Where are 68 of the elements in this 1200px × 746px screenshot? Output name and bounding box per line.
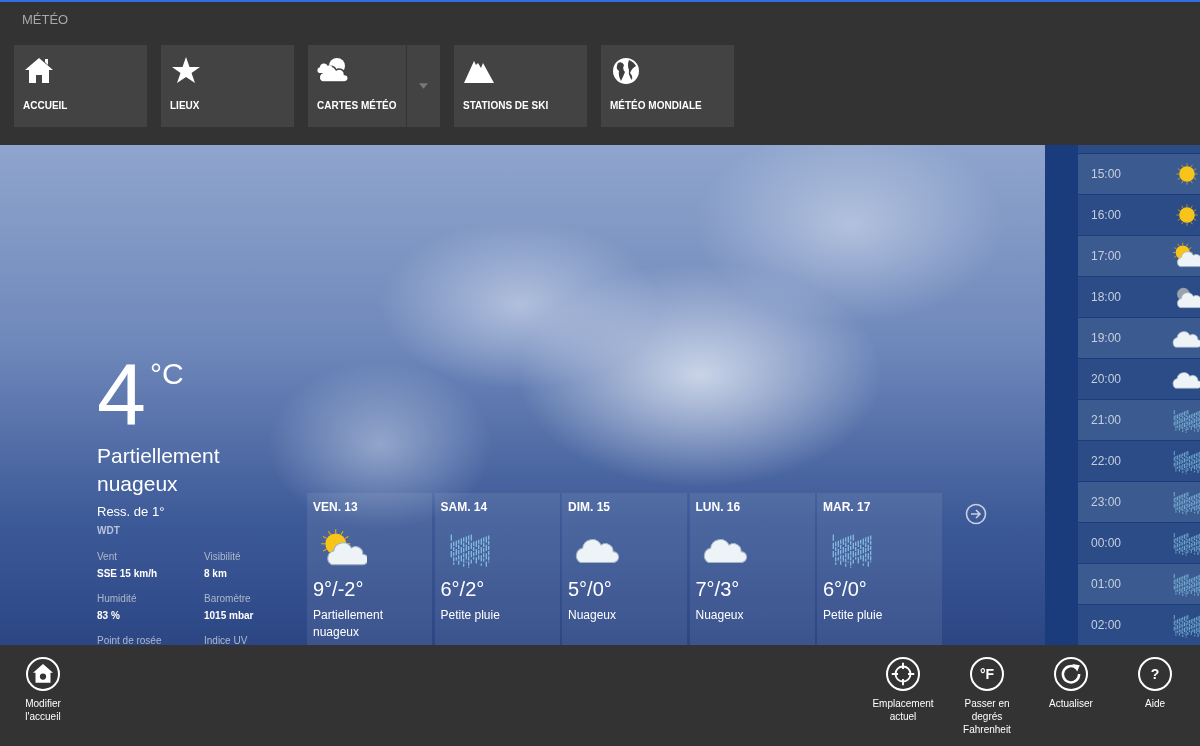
- current-temperature: 4: [97, 350, 146, 440]
- app-bar-button[interactable]: Modifier l'accueil: [4, 657, 82, 723]
- app-bar-button[interactable]: Actualiser: [1032, 657, 1110, 710]
- temperature-unit: °C: [149, 356, 184, 392]
- hour-time: 23:00: [1091, 495, 1122, 509]
- caret-icon: [419, 83, 428, 89]
- detail-label: Humidité: [97, 593, 138, 604]
- forecast-day: SAM. 14: [440, 500, 554, 514]
- forecast-condition: Petite pluie: [440, 607, 501, 624]
- star-icon: [170, 55, 202, 85]
- forecast-card[interactable]: LUN. 16 7°/3° Nuageux: [689, 493, 815, 645]
- data-source: WDT: [97, 525, 121, 536]
- home-icon: [23, 55, 55, 85]
- nav-tile[interactable]: MÉTÉO MONDIALE: [601, 45, 734, 127]
- detail-value: 1015 mbar: [204, 610, 255, 621]
- hour-time: 17:00: [1091, 249, 1122, 263]
- hour-time: 16:00: [1091, 208, 1122, 222]
- detail-label: Visibilité: [204, 551, 242, 562]
- forecast-day: LUN. 16: [695, 500, 809, 514]
- detail-value: 83 %: [97, 610, 121, 621]
- detail-label: Vent: [97, 551, 119, 562]
- forecast-condition: Petite pluie: [823, 607, 884, 624]
- detail-label: Point de rosée: [97, 635, 163, 645]
- forecast-card[interactable]: MAR. 17 6°/0° Petite pluie: [817, 493, 942, 645]
- clouds-icon: [317, 55, 349, 85]
- globe-icon: [610, 55, 642, 85]
- hour-time: 15:00: [1091, 167, 1122, 181]
- forecast-temperatures: 6°/2°: [440, 578, 486, 601]
- hour-time: 02:00: [1091, 618, 1122, 632]
- feels-like: Ress. de 1°: [97, 504, 166, 519]
- forecast-day: DIM. 15: [568, 500, 681, 514]
- app-bar-button[interactable]: °F Passer en degrés Fahrenheit: [948, 657, 1026, 736]
- forecast-day: MAR. 17: [823, 500, 936, 514]
- hour-time: 00:00: [1091, 536, 1122, 550]
- target-icon: [886, 657, 920, 691]
- forecast-card[interactable]: VEN. 13 9°/-2° Partiellement nuageux: [307, 493, 432, 645]
- forecast-temperatures: 9°/-2°: [313, 578, 365, 601]
- nav-tile[interactable]: CARTES MÉTÉO: [308, 45, 406, 127]
- refresh-icon: [1054, 657, 1088, 691]
- nav-tile[interactable]: ACCUEIL: [14, 45, 147, 127]
- app-title: MÉTÉO: [21, 11, 70, 29]
- detail-label: Baromètre: [204, 593, 252, 604]
- home-edit-icon: [26, 657, 60, 691]
- forecast-temperatures: 5°/0°: [568, 578, 613, 601]
- hour-time: 20:00: [1091, 372, 1122, 386]
- app-bar-button[interactable]: ? Aide: [1116, 657, 1194, 710]
- nav-tile[interactable]: STATIONS DE SKI: [454, 45, 587, 127]
- nav-tile[interactable]: LIEUX: [161, 45, 294, 127]
- glyph-icon: ?: [1138, 657, 1172, 691]
- detail-label: Indice UV: [204, 635, 249, 645]
- hour-time: 18:00: [1091, 290, 1122, 304]
- forecast-temperatures: 7°/3°: [695, 578, 741, 601]
- forecast-card[interactable]: DIM. 15 5°/0° Nuageux: [562, 493, 687, 645]
- glyph-icon: °F: [970, 657, 1004, 691]
- hour-time: 22:00: [1091, 454, 1122, 468]
- hour-time: 01:00: [1091, 577, 1122, 591]
- forecast-condition: Partiellement nuageux: [313, 607, 385, 641]
- detail-value: 8 km: [204, 568, 228, 579]
- forecast-card[interactable]: SAM. 14 6°/2° Petite pluie: [434, 493, 560, 645]
- hour-time: 21:00: [1091, 413, 1122, 427]
- forecast-temperatures: 6°/0°: [823, 578, 868, 601]
- current-condition: Partiellement nuageux: [97, 443, 221, 497]
- forecast-day: VEN. 13: [313, 500, 426, 514]
- hour-time: 19:00: [1091, 331, 1122, 345]
- forecast-condition: Nuageux: [695, 607, 745, 624]
- forecast-condition: Nuageux: [568, 607, 618, 624]
- detail-value: SSE 15 km/h: [97, 568, 159, 579]
- app-bar-button[interactable]: Emplacement actuel: [864, 657, 942, 723]
